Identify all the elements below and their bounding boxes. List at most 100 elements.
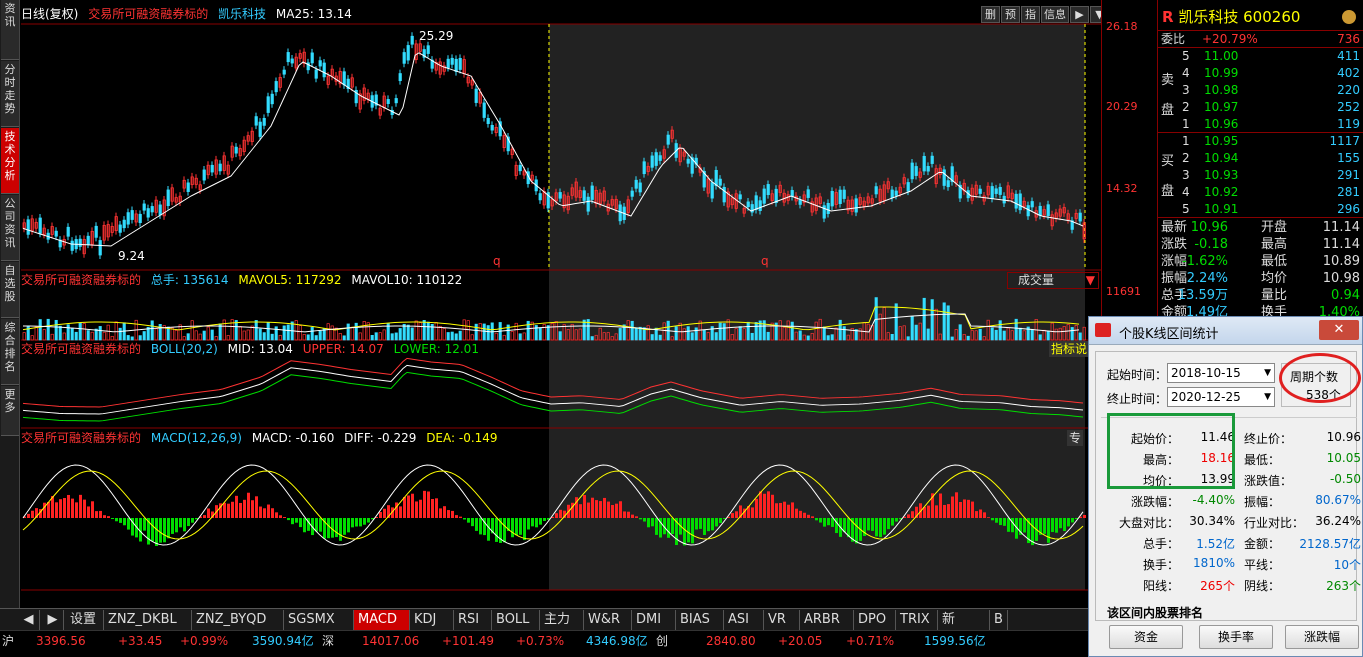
tab-watchlist[interactable]: 自选股 <box>1 262 19 318</box>
range-stats-dialog[interactable]: 个股K线区间统计 ✕ 起始时间： 2018-10-15 ▼ 终止时间： 2020-… <box>1088 316 1363 657</box>
sell-book: 卖盘 5 11.00 411 4 10.99 402 3 10.98 220 2 10.97 252 1… <box>1158 47 1363 132</box>
fund-rank-button[interactable]: 资金 <box>1109 625 1183 649</box>
macd-histogram-bar <box>1003 518 1006 526</box>
tab-intraday[interactable]: 分时走势 <box>1 61 19 127</box>
indicator-tab[interactable]: DMI <box>632 610 676 630</box>
order-book-row[interactable]: 3 10.98 220 <box>1180 82 1363 99</box>
scroll-right-icon[interactable]: ▶ <box>42 610 64 630</box>
start-date-select[interactable]: 2018-10-15 ▼ <box>1167 363 1275 383</box>
macd-histogram-bar <box>655 518 658 535</box>
volume-bar <box>718 322 722 341</box>
indicator-tab[interactable]: ASI <box>724 610 764 630</box>
indicator-tab[interactable]: B <box>990 610 1008 630</box>
indicator-tab[interactable]: 设置 <box>66 610 104 630</box>
indicator-tab[interactable]: DPO <box>854 610 896 630</box>
turnover-rank-button[interactable]: 换手率 <box>1199 625 1273 649</box>
special-button[interactable]: 专 <box>1067 430 1084 446</box>
volume-bar <box>766 331 770 341</box>
indicator-tab[interactable]: SGSMX <box>284 610 354 630</box>
kline-chart-canvas[interactable] <box>21 0 1101 608</box>
indicator-tab[interactable]: ZNZ_BYQD <box>192 610 284 630</box>
delete-button[interactable]: 删 <box>981 6 1000 23</box>
indicator-help-button[interactable]: 指标说 <box>1049 341 1090 357</box>
volume-bar <box>458 330 462 341</box>
macd-histogram-bar <box>731 513 734 518</box>
candle-body <box>586 196 590 212</box>
macd-histogram-bar <box>403 497 406 518</box>
volume-bar <box>1030 329 1034 341</box>
tab-news[interactable]: 资讯 <box>1 0 19 60</box>
candle-body <box>842 189 846 199</box>
indicator-tab[interactable]: KDJ <box>410 610 454 630</box>
margin-flag: 交易所可融资融券标的 <box>21 342 142 356</box>
indicator-tab[interactable]: 新DMA <box>938 610 990 647</box>
volume-bar <box>1018 327 1022 341</box>
change-rank-button[interactable]: 涨跌幅 <box>1285 625 1359 649</box>
candle-body <box>1026 205 1030 217</box>
candle-body <box>666 134 670 145</box>
macd-histogram-bar <box>707 518 710 532</box>
stat-value: 1.52亿 <box>1196 537 1235 551</box>
cy-index: 2840.80 <box>706 634 756 648</box>
end-date-select[interactable]: 2020-12-25 ▼ <box>1167 387 1275 407</box>
volume-bar <box>102 331 106 341</box>
tab-ranking[interactable]: 综合排名 <box>1 319 19 385</box>
indicator-tab[interactable]: W&R <box>584 610 632 630</box>
order-book-row[interactable]: 1 10.95 1117 <box>1180 133 1363 150</box>
candle-body <box>266 96 270 113</box>
volume-bar <box>214 336 218 341</box>
info-button[interactable]: 信息 <box>1041 6 1069 23</box>
indicator-tab[interactable]: VR <box>764 610 800 630</box>
indicator-tab[interactable]: ZNZ_DKBL <box>104 610 192 630</box>
level-number: 5 <box>1182 202 1190 216</box>
order-book-row[interactable]: 5 10.91 296 <box>1180 201 1363 218</box>
tab-company[interactable]: 公司资讯 <box>1 195 19 261</box>
macd-histogram-bar <box>583 495 586 518</box>
volume-bar <box>482 323 486 341</box>
sz-label: 深 <box>322 634 335 648</box>
candle-body <box>798 199 802 205</box>
macd-histogram-bar <box>907 514 910 518</box>
indicator-button[interactable]: 指 <box>1021 6 1040 23</box>
order-volume: 155 <box>1337 151 1360 165</box>
order-book-row[interactable]: 3 10.93 291 <box>1180 167 1363 184</box>
order-volume: 119 <box>1337 117 1360 131</box>
volume-indicator-select[interactable]: 成交量 ▼ <box>1007 272 1099 289</box>
indicator-tab[interactable]: BIAS <box>676 610 724 630</box>
indicator-tab[interactable]: 主力 <box>540 610 584 630</box>
volume-bar <box>98 326 102 341</box>
quote-stat-row: 总手 13.59万 量比 0.94 <box>1158 287 1363 304</box>
order-book-row[interactable]: 1 10.96 119 <box>1180 116 1363 133</box>
volume-bar <box>906 336 910 341</box>
settings-icon[interactable] <box>1342 10 1356 24</box>
order-book-row[interactable]: 2 10.97 252 <box>1180 99 1363 116</box>
play-button[interactable]: ▶ <box>1070 6 1089 23</box>
order-book-row[interactable]: 4 10.99 402 <box>1180 65 1363 82</box>
order-book-row[interactable]: 4 10.92 281 <box>1180 184 1363 201</box>
dialog-titlebar[interactable]: 个股K线区间统计 ✕ <box>1089 317 1362 345</box>
close-button[interactable]: ✕ <box>1319 320 1359 340</box>
volume-bar <box>722 323 726 341</box>
indicator-tab[interactable]: MACD <box>354 610 410 630</box>
indicator-tab[interactable]: TRIX <box>896 610 938 630</box>
macd-histogram-bar <box>475 518 478 531</box>
tab-more[interactable]: 更多 <box>1 386 19 436</box>
scroll-left-icon[interactable]: ◀ <box>18 610 40 630</box>
chart-area[interactable]: 日线(复权) 交易所可融资融券标的 凯乐科技 MA25: 13.14 删 预 指… <box>21 0 1109 608</box>
order-price: 10.92 <box>1204 185 1239 199</box>
axis-label: 11691 <box>1106 285 1141 298</box>
macd-histogram-bar <box>363 518 366 525</box>
volume-bar <box>86 330 90 341</box>
indicator-tab[interactable]: RSI <box>454 610 492 630</box>
macd-histogram-bar <box>407 495 410 518</box>
order-book-row[interactable]: 5 11.00 411 <box>1180 48 1363 65</box>
candle-body <box>458 57 462 70</box>
order-book-row[interactable]: 2 10.94 155 <box>1180 150 1363 167</box>
indicator-tab[interactable]: ARBR <box>800 610 854 630</box>
tab-technical[interactable]: 技术分析 <box>1 128 19 194</box>
macd-histogram-bar <box>207 508 210 518</box>
macd-histogram-bar <box>487 518 490 541</box>
volume-bar <box>998 320 1002 341</box>
forecast-button[interactable]: 预 <box>1001 6 1020 23</box>
indicator-tab[interactable]: BOLL <box>492 610 540 630</box>
